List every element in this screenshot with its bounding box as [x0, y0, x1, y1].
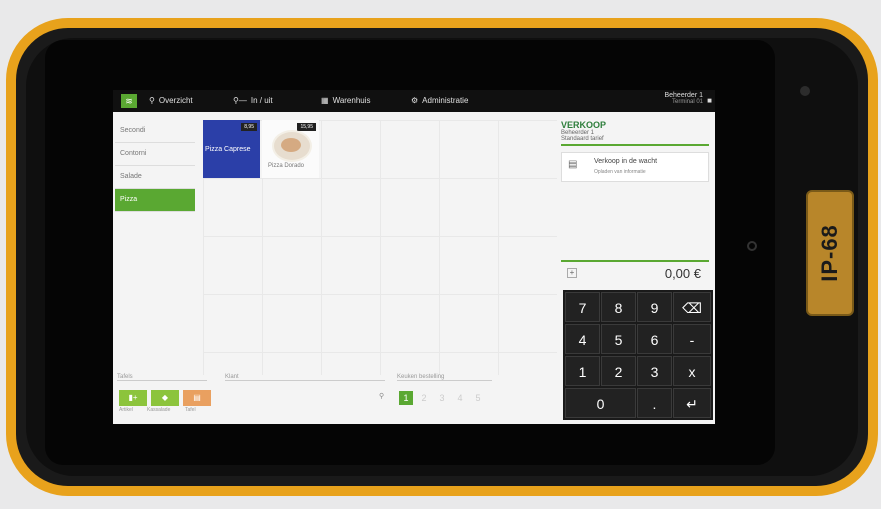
- product-price: 8,95: [241, 123, 257, 131]
- klant-label: Klant: [225, 374, 385, 381]
- nav-warenhuis[interactable]: ▦ Warenhuis: [321, 96, 371, 105]
- nav-administratie-label: Administratie: [422, 96, 469, 105]
- table-button[interactable]: ▤: [183, 390, 211, 406]
- hold-subtitle: Opladen van informatie: [594, 169, 646, 175]
- receipt-icon: ▤: [568, 159, 578, 170]
- divider: [561, 144, 709, 146]
- product-name: Pizza Dorado: [268, 163, 305, 169]
- search-icon[interactable]: ⚲: [379, 392, 384, 400]
- category-list: Secondi Contorni Salade Pizza: [115, 120, 195, 212]
- key-2[interactable]: 2: [601, 356, 636, 386]
- tafel-label: Tafel: [185, 407, 196, 413]
- multiply-key[interactable]: x: [673, 356, 711, 386]
- product-price: 15,95: [297, 123, 316, 131]
- key-4[interactable]: 4: [565, 324, 600, 354]
- page-1[interactable]: 1: [399, 391, 413, 405]
- top-nav-bar: ≋ ⚲ Overzicht ⚲— In / uit ▦ Warenhuis ⚙ Admi…: [113, 90, 715, 112]
- add-icon[interactable]: +: [567, 268, 577, 278]
- hold-title: Verkoop in de wacht: [594, 158, 658, 165]
- key-7[interactable]: 7: [565, 292, 600, 322]
- ip68-label: IP-68: [817, 224, 842, 282]
- artikel-label: Artikel: [119, 407, 133, 413]
- page-2[interactable]: 2: [417, 391, 431, 405]
- category-salade[interactable]: Salade: [115, 166, 195, 189]
- user-icon: ■: [707, 96, 712, 105]
- product-name: Pizza Caprese: [205, 146, 251, 153]
- key-6[interactable]: 6: [637, 324, 672, 354]
- keuken-label: Keuken bestelling: [397, 374, 492, 381]
- page-3[interactable]: 3: [435, 391, 449, 405]
- product-pizza-dorado[interactable]: 15,95 Pizza Dorado: [262, 120, 319, 178]
- key-8[interactable]: 8: [601, 292, 636, 322]
- key-0[interactable]: 0: [565, 388, 636, 418]
- pizza-image: [272, 130, 312, 162]
- warehouse-icon: ▦: [321, 96, 329, 105]
- product-pizza-caprese[interactable]: 8,95 Pizza Caprese: [203, 120, 260, 178]
- nav-administratie[interactable]: ⚙ Administratie: [411, 96, 468, 105]
- minus-key[interactable]: -: [673, 324, 711, 354]
- cash-drawer-button[interactable]: ◆: [151, 390, 179, 406]
- nav-overzicht-label: Overzicht: [158, 96, 193, 105]
- sale-tariff: Standaard tarief: [561, 136, 604, 142]
- page-5[interactable]: 5: [471, 391, 485, 405]
- sale-panel: VERKOOP Beheerder 1 Standaard tarief ▤ V…: [561, 120, 709, 182]
- category-contorni[interactable]: Contorni: [115, 143, 195, 166]
- sale-title: VERKOOP: [561, 120, 607, 130]
- home-button[interactable]: [747, 241, 757, 251]
- kassalade-label: Kassalade: [147, 407, 171, 413]
- speaker: [800, 86, 810, 96]
- product-grid: 8,95 Pizza Caprese 15,95 Pizza Dorado: [203, 120, 557, 375]
- tafels-label: Tafels: [117, 374, 207, 381]
- category-secondi[interactable]: Secondi: [115, 120, 195, 143]
- key-5[interactable]: 5: [601, 324, 636, 354]
- nav-in-uit-label: In / uit: [250, 96, 273, 105]
- category-pizza[interactable]: Pizza: [115, 189, 195, 212]
- total-amount: 0,00 €: [664, 266, 701, 281]
- ip68-badge: IP-68: [806, 190, 854, 316]
- key-1[interactable]: 1: [565, 356, 600, 386]
- pos-screen: ≋ ⚲ Overzicht ⚲— In / uit ▦ Warenhuis ⚙ Admi…: [113, 90, 715, 424]
- key-icon: ⚲—: [233, 96, 247, 105]
- enter-key[interactable]: ↵: [673, 388, 711, 418]
- add-article-button[interactable]: ▮+: [119, 390, 147, 406]
- decimal-key[interactable]: .: [637, 388, 672, 418]
- nav-in-uit[interactable]: ⚲— In / uit: [233, 96, 273, 105]
- user-info[interactable]: Beheerder 1 Terminal 01: [664, 92, 703, 105]
- wifi-icon: ≋: [121, 94, 137, 108]
- nav-overzicht[interactable]: ⚲ Overzicht: [149, 96, 193, 105]
- bottom-bar: Tafels Klant Keuken bestelling ▮+ ◆ ▤ Ar…: [115, 374, 555, 424]
- search-icon: ⚲: [149, 96, 155, 105]
- hold-sale-button[interactable]: ▤ Verkoop in de wacht Opladen van inform…: [561, 152, 709, 182]
- page-4[interactable]: 4: [453, 391, 467, 405]
- nav-warenhuis-label: Warenhuis: [332, 96, 371, 105]
- terminal-name: Terminal 01: [671, 99, 703, 105]
- key-9[interactable]: 9: [637, 292, 672, 322]
- backspace-key[interactable]: ⌫: [673, 292, 711, 322]
- total-row: + 0,00 €: [561, 260, 709, 284]
- numeric-keypad: 7 8 9 ⌫ 4 5 6 - 1 2 3 x 0 . ↵: [563, 290, 713, 420]
- gear-icon: ⚙: [411, 96, 419, 105]
- user-name: Beheerder 1: [664, 92, 703, 99]
- key-3[interactable]: 3: [637, 356, 672, 386]
